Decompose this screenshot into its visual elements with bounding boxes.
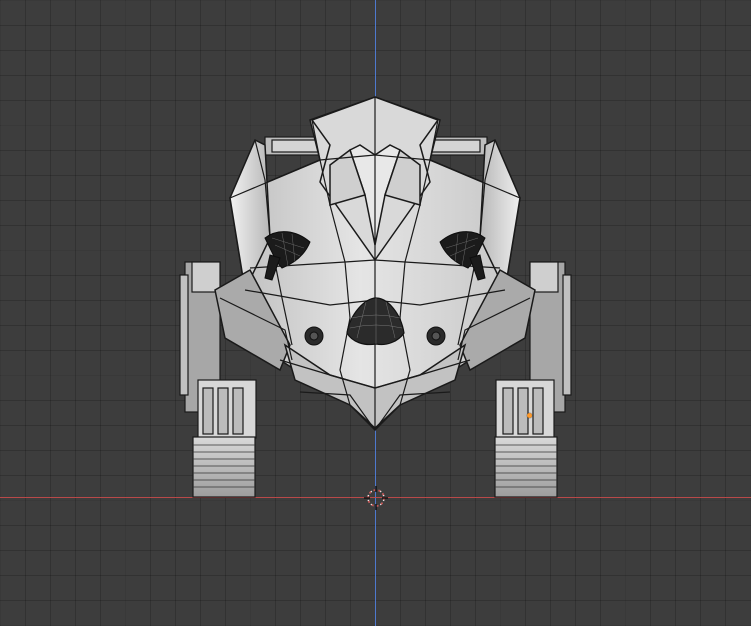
- robot-creature-model[interactable]: [0, 0, 751, 626]
- object-origin-dot[interactable]: [527, 413, 532, 418]
- 3d-viewport[interactable]: [0, 0, 751, 626]
- 3d-cursor-icon[interactable]: [362, 484, 390, 512]
